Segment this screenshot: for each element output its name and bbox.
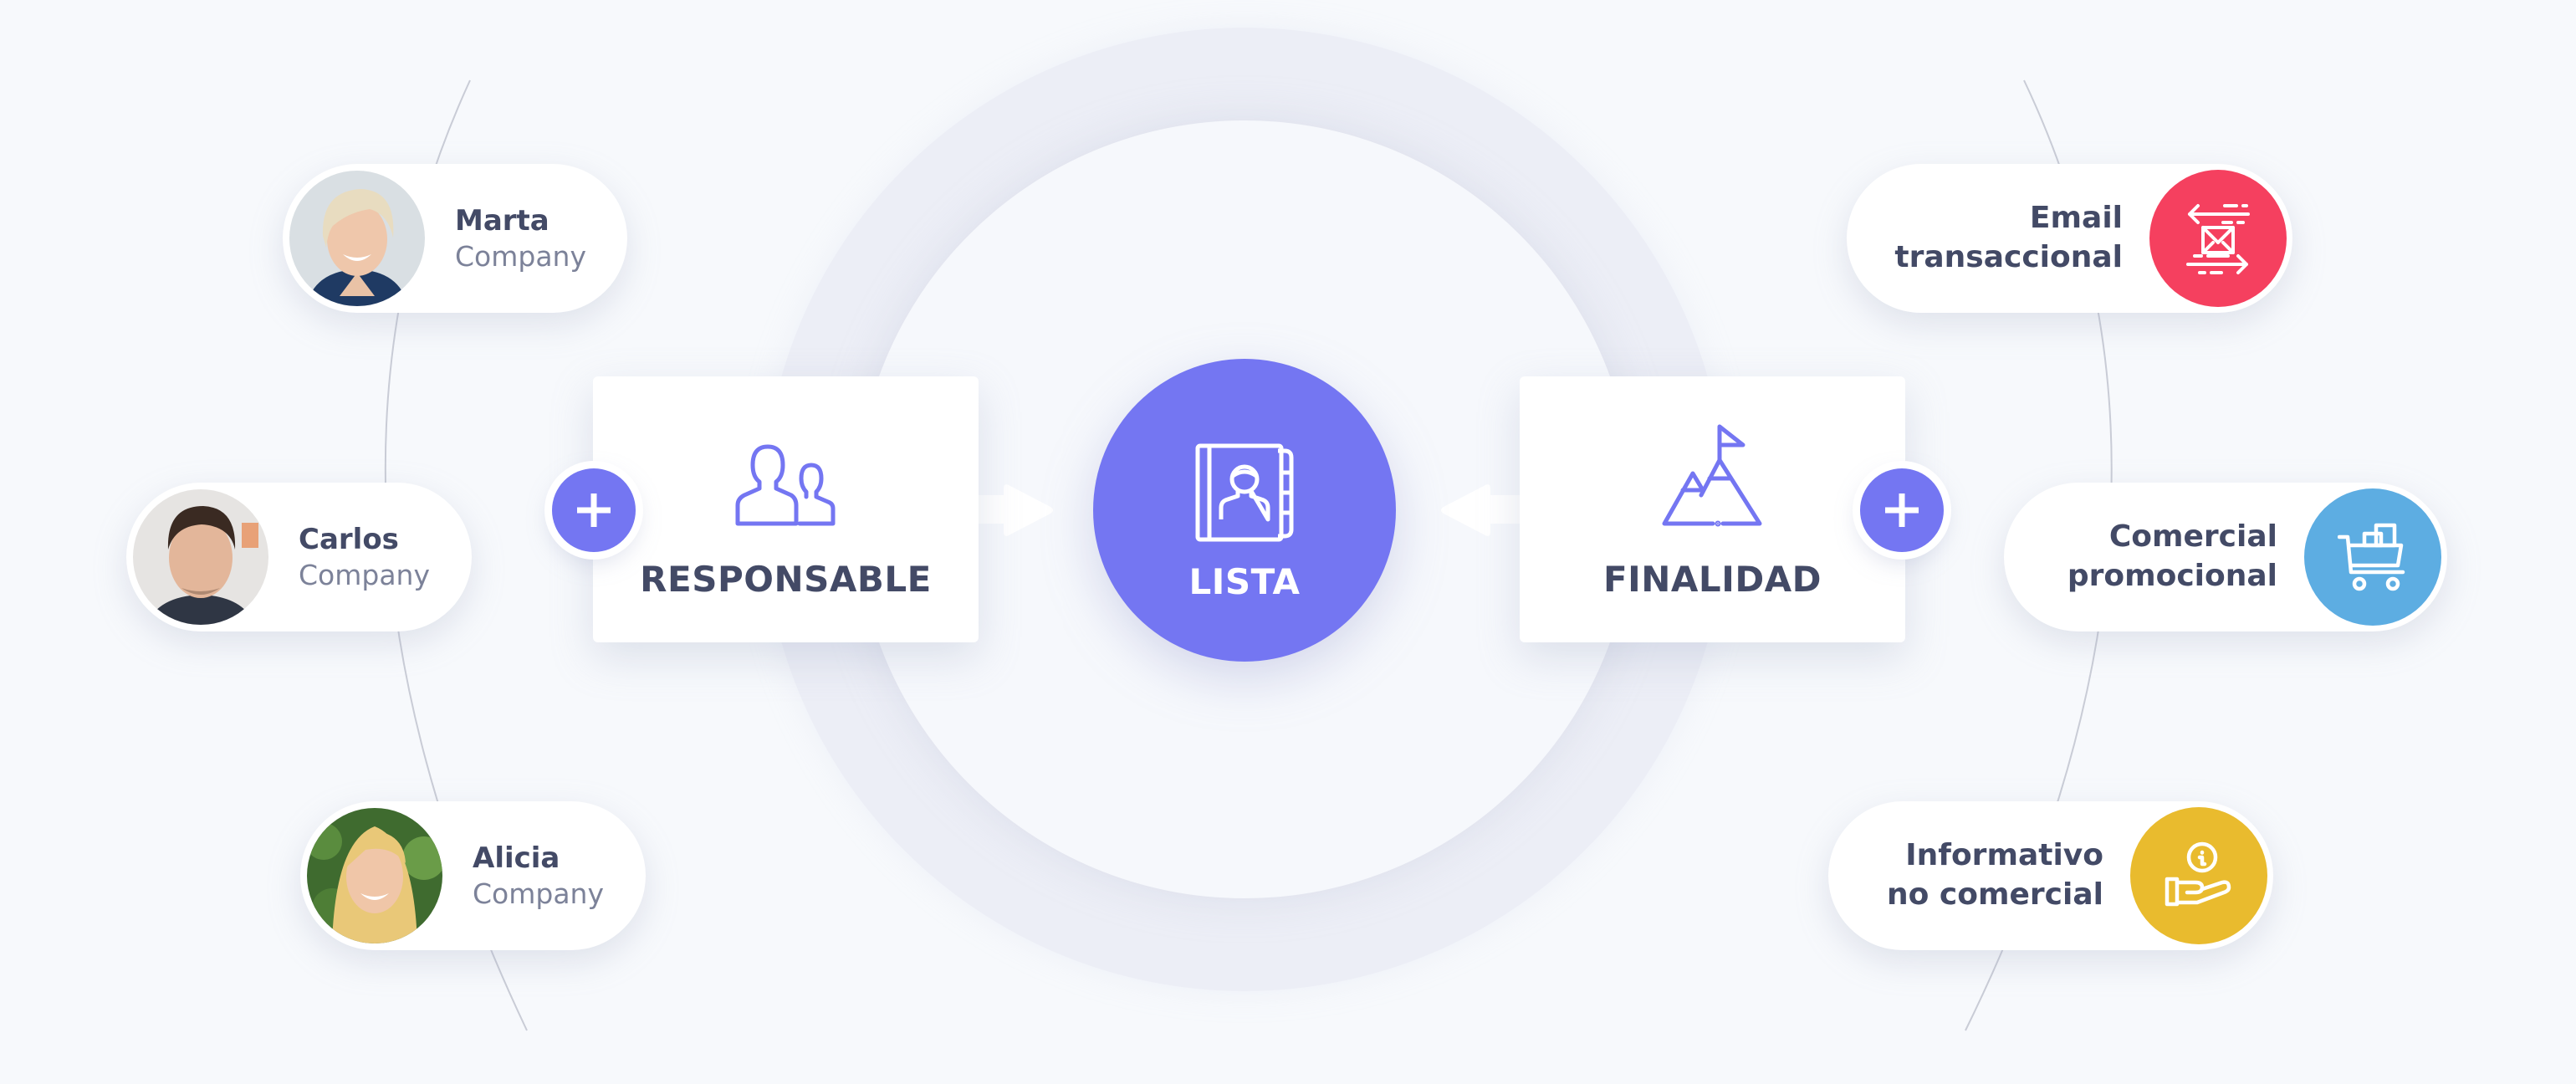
add-responsable-button[interactable] (552, 468, 636, 552)
users-icon (735, 444, 835, 526)
purpose-pill[interactable]: Email transaccional (1847, 164, 2292, 313)
purpose-icon-badge (2149, 170, 2287, 307)
email-exchange-icon (2186, 204, 2250, 274)
avatar-photo-alicia (307, 808, 442, 943)
purpose-label-line1: Email (2029, 201, 2123, 236)
shopping-cart-icon (2338, 523, 2405, 591)
person-pill[interactable]: Alicia Company (300, 801, 646, 950)
purpose-label-line1: Comercial (2108, 519, 2277, 555)
person-name: Alicia (473, 841, 560, 876)
person-name: Marta (455, 204, 549, 238)
avatar-photo-carlos (133, 489, 268, 625)
arrow-left-icon (1441, 484, 1524, 536)
purpose-icon-badge (2130, 807, 2267, 944)
person-company: Company (455, 239, 586, 273)
purpose-pill[interactable]: Informativo no comercial (1828, 801, 2273, 950)
card-label: FINALIDAD (1602, 559, 1822, 600)
plus-icon (1885, 493, 1919, 527)
add-finalidad-button[interactable] (1860, 468, 1944, 552)
avatar (307, 808, 442, 943)
person-pill[interactable]: Carlos Company (126, 483, 472, 631)
card-label: LISTA (1188, 561, 1301, 602)
info-hand-icon (2165, 841, 2231, 907)
responsable-card[interactable]: RESPONSABLE (593, 376, 979, 642)
person-name: Carlos (299, 523, 399, 557)
purpose-label: Email transaccional (1894, 199, 2123, 278)
finalidad-card[interactable]: FINALIDAD (1520, 376, 1905, 642)
avatar (289, 171, 425, 306)
lista-node[interactable]: LISTA (1093, 359, 1396, 662)
purpose-label-line2: no comercial (1887, 877, 2103, 912)
person-pill[interactable]: Marta Company (283, 164, 627, 313)
purpose-label: Informativo no comercial (1887, 836, 2103, 915)
purpose-icon-badge (2304, 488, 2441, 626)
person-company: Company (473, 877, 604, 910)
purpose-label-line2: promocional (2067, 559, 2277, 593)
person-company: Company (299, 558, 430, 591)
mountain-flag-icon (1662, 424, 1761, 527)
card-label: RESPONSABLE (640, 559, 932, 600)
plus-icon (577, 493, 611, 527)
purpose-pill[interactable]: Comercial promocional (2004, 483, 2447, 631)
purpose-label-line2: transaccional (1894, 240, 2123, 274)
avatar-photo-marta (289, 171, 425, 306)
contact-book-icon (1195, 443, 1294, 542)
avatar (133, 489, 268, 625)
arrow-right-icon (970, 484, 1053, 536)
purpose-label: Comercial promocional (2067, 518, 2277, 596)
purpose-label-line1: Informativo (1905, 838, 2103, 873)
